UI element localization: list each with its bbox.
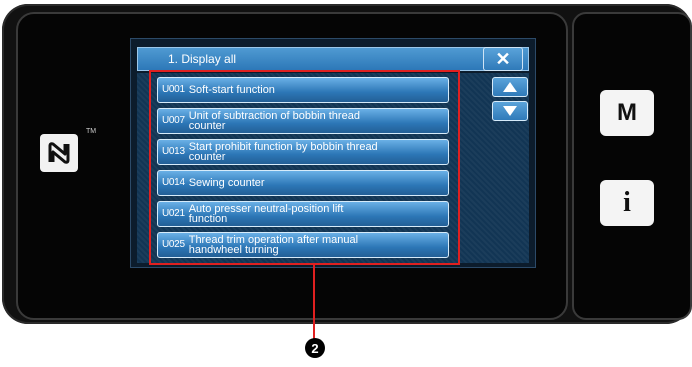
right-panel (572, 12, 692, 320)
window-title: 1. Display all (168, 52, 237, 66)
m-button[interactable]: M (600, 90, 654, 136)
title-bar: 1. Display all (137, 47, 529, 71)
nfc-trademark: TM (86, 128, 97, 135)
close-button[interactable]: ✕ (483, 47, 523, 71)
callout-leader-line (313, 265, 315, 339)
m-button-label: M (617, 99, 637, 126)
scroll-up-button[interactable] (492, 77, 528, 97)
callout-number: 2 (305, 338, 325, 358)
info-button[interactable]: i (600, 180, 654, 226)
nfc-icon (40, 134, 78, 172)
scroll-down-button[interactable] (492, 101, 528, 121)
triangle-down-icon (503, 106, 517, 116)
close-icon: ✕ (495, 48, 511, 69)
nfc-logo-icon (48, 142, 70, 164)
triangle-up-icon (503, 82, 517, 92)
highlight-box (149, 70, 460, 265)
info-icon: i (623, 187, 631, 218)
